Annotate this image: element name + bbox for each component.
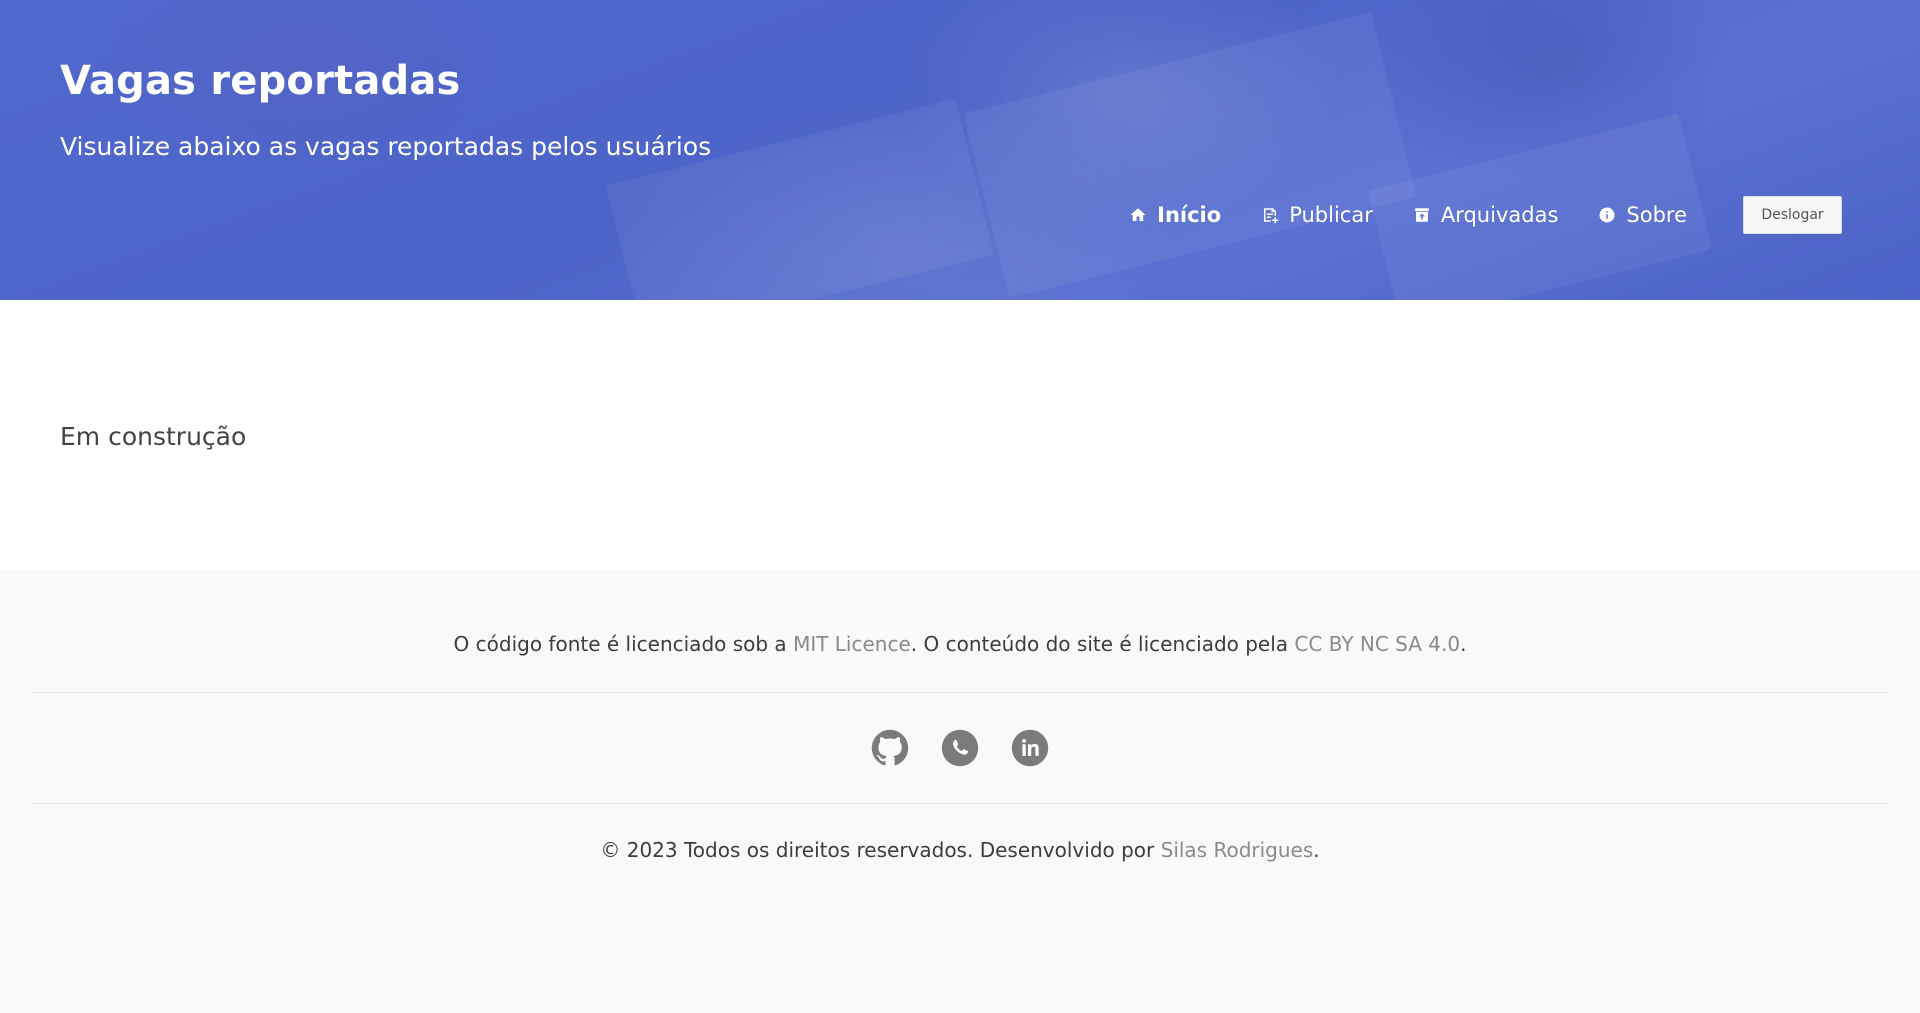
github-icon xyxy=(871,729,909,766)
cc-license-link[interactable]: CC BY NC SA 4.0 xyxy=(1294,632,1460,656)
page-footer: O código fonte é licenciado sob a MIT Li… xyxy=(0,570,1920,1013)
page-title: Vagas reportadas xyxy=(60,58,461,104)
page-header: Vagas reportadas Visualize abaixo as vag… xyxy=(0,0,1920,300)
copyright-text: © 2023 Todos os direitos reservados. Des… xyxy=(600,838,1161,862)
social-links xyxy=(30,693,1890,804)
license-middle-text: . O conteúdo do site é licenciado pela xyxy=(910,632,1295,656)
nav-item-label: Sobre xyxy=(1626,203,1687,227)
nav-item-label: Arquivadas xyxy=(1440,203,1559,227)
info-icon xyxy=(1598,206,1616,224)
copyright-notice: © 2023 Todos os direitos reservados. Des… xyxy=(30,804,1890,862)
github-link[interactable] xyxy=(870,728,910,768)
home-icon xyxy=(1129,206,1147,224)
logout-button[interactable]: Deslogar xyxy=(1743,196,1842,234)
page-subtitle: Visualize abaixo as vagas reportadas pel… xyxy=(60,132,712,161)
nav-item-inicio[interactable]: Início xyxy=(1129,203,1221,227)
archive-icon xyxy=(1413,206,1431,224)
license-notice: O código fonte é licenciado sob a MIT Li… xyxy=(30,570,1890,693)
license-prefix-text: O código fonte é licenciado sob a xyxy=(453,632,794,656)
whatsapp-icon xyxy=(941,729,979,767)
whatsapp-link[interactable] xyxy=(940,728,980,768)
author-link[interactable]: Silas Rodrigues xyxy=(1161,838,1314,862)
linkedin-link[interactable] xyxy=(1010,728,1050,768)
construction-message: Em construção xyxy=(60,422,247,451)
linkedin-icon xyxy=(1011,729,1049,767)
post-add-icon xyxy=(1261,206,1279,224)
nav-item-arquivadas[interactable]: Arquivadas xyxy=(1413,203,1559,227)
nav-item-sobre[interactable]: Sobre xyxy=(1598,203,1687,227)
main-content: Em construção xyxy=(0,300,1920,570)
nav-item-label: Início xyxy=(1157,203,1222,227)
mit-licence-link[interactable]: MIT Licence xyxy=(793,632,911,656)
copyright-suffix-text: . xyxy=(1313,838,1320,862)
nav-item-publicar[interactable]: Publicar xyxy=(1261,203,1373,227)
license-suffix-text: . xyxy=(1460,632,1467,656)
main-nav: Início Publicar Arquivadas Sobre Desloga… xyxy=(1129,196,1842,234)
nav-item-label: Publicar xyxy=(1289,203,1373,227)
